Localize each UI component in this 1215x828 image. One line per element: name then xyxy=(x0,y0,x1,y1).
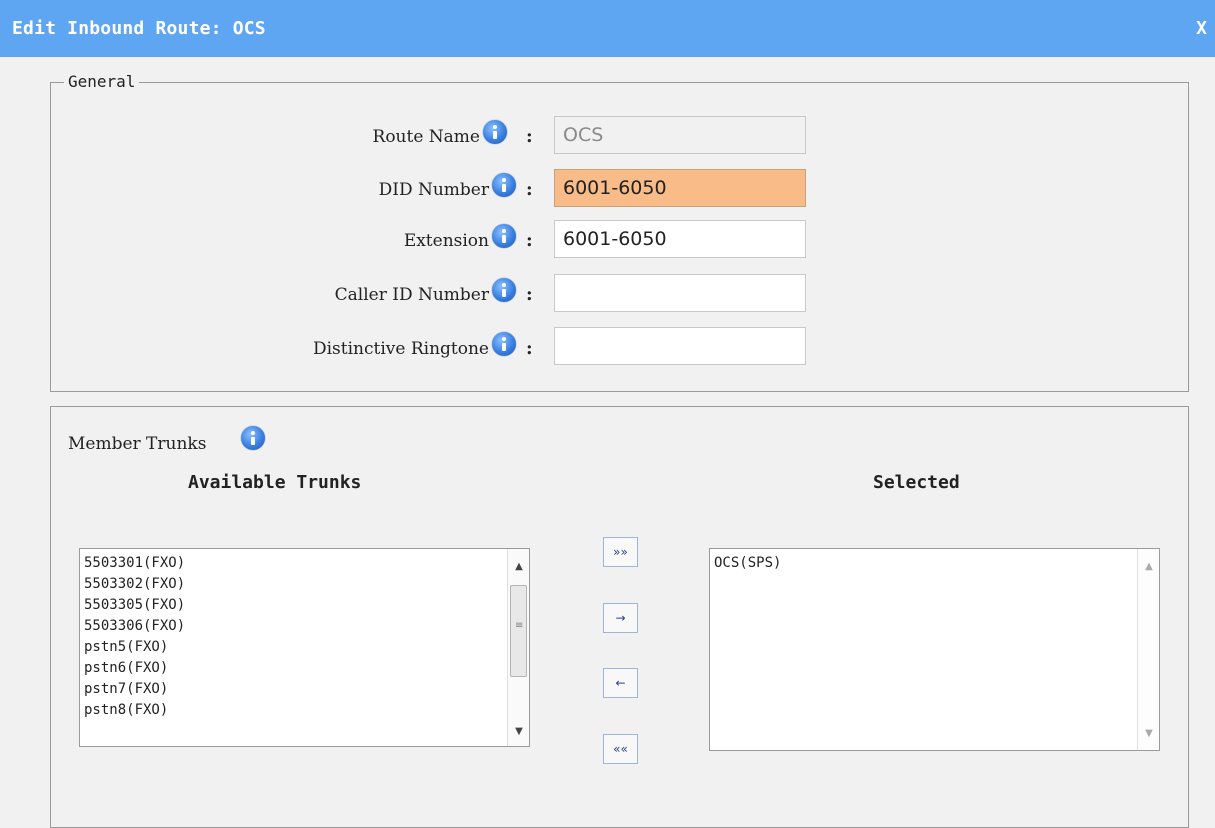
caller-id-number-label: Caller ID Number xyxy=(334,285,489,305)
list-item[interactable]: pstn6(FXO) xyxy=(84,658,185,679)
route-name-colon: : xyxy=(526,126,533,147)
distinctive-ringtone-field[interactable] xyxy=(554,327,806,365)
route-name-info-icon[interactable] xyxy=(483,120,507,144)
available-trunks-list[interactable]: 5503301(FXO) 5503302(FXO) 5503305(FXO) 5… xyxy=(79,548,530,747)
member-trunks-label: Member Trunks xyxy=(68,434,207,454)
available-trunks-items: 5503301(FXO) 5503302(FXO) 5503305(FXO) 5… xyxy=(84,553,185,721)
scroll-down-arrow-icon[interactable]: ▼ xyxy=(508,722,530,742)
extension-colon: : xyxy=(526,230,533,251)
caller-id-number-colon: : xyxy=(526,284,533,305)
list-item[interactable]: 5503301(FXO) xyxy=(84,553,185,574)
available-trunks-heading: Available Trunks xyxy=(188,472,362,493)
distinctive-ringtone-label: Distinctive Ringtone xyxy=(312,339,489,359)
dialog-titlebar: Edit Inbound Route: OCS X xyxy=(0,0,1215,57)
list-item[interactable]: OCS(SPS) xyxy=(714,553,781,574)
distinctive-ringtone-info-icon[interactable] xyxy=(492,332,516,356)
general-legend: General xyxy=(64,72,140,91)
available-trunks-scrollbar[interactable]: ▲ ≡ ▼ xyxy=(507,549,529,746)
add-button[interactable]: → xyxy=(603,603,638,633)
selected-trunks-list[interactable]: OCS(SPS) ▲ ▼ xyxy=(709,548,1160,751)
remove-all-button[interactable]: «« xyxy=(603,734,638,764)
list-item[interactable]: 5503302(FXO) xyxy=(84,574,185,595)
selected-trunks-scrollbar[interactable]: ▲ ▼ xyxy=(1137,549,1159,750)
grip-icon: ≡ xyxy=(515,620,524,631)
list-item[interactable]: 5503306(FXO) xyxy=(84,616,185,637)
scroll-up-arrow-icon[interactable]: ▲ xyxy=(508,557,530,577)
scroll-up-arrow-icon[interactable]: ▲ xyxy=(1138,557,1160,577)
list-item[interactable]: pstn8(FXO) xyxy=(84,700,185,721)
caller-id-number-info-icon[interactable] xyxy=(492,278,516,302)
extension-label: Extension xyxy=(403,231,489,251)
scrollbar-thumb[interactable]: ≡ xyxy=(510,585,527,677)
dialog-title: Edit Inbound Route: OCS xyxy=(12,18,266,39)
add-all-button[interactable]: »» xyxy=(603,537,638,567)
distinctive-ringtone-colon: : xyxy=(526,338,533,359)
scroll-down-arrow-icon[interactable]: ▼ xyxy=(1138,724,1160,744)
did-number-label: DID Number xyxy=(378,180,489,200)
did-number-colon: : xyxy=(526,179,533,200)
list-item[interactable]: pstn7(FXO) xyxy=(84,679,185,700)
route-name-field[interactable] xyxy=(554,116,806,154)
list-item[interactable]: 5503305(FXO) xyxy=(84,595,185,616)
remove-button[interactable]: ← xyxy=(603,668,638,698)
selected-heading: Selected xyxy=(873,472,960,493)
did-number-field[interactable] xyxy=(554,169,806,207)
route-name-label: Route Name xyxy=(372,127,480,147)
list-item[interactable]: pstn5(FXO) xyxy=(84,637,185,658)
close-button[interactable]: X xyxy=(1196,18,1207,39)
did-number-info-icon[interactable] xyxy=(492,173,516,197)
selected-trunks-items: OCS(SPS) xyxy=(714,553,781,574)
member-trunks-info-icon[interactable] xyxy=(241,426,265,450)
caller-id-number-field[interactable] xyxy=(554,274,806,312)
extension-field[interactable] xyxy=(554,220,806,258)
extension-info-icon[interactable] xyxy=(492,224,516,248)
